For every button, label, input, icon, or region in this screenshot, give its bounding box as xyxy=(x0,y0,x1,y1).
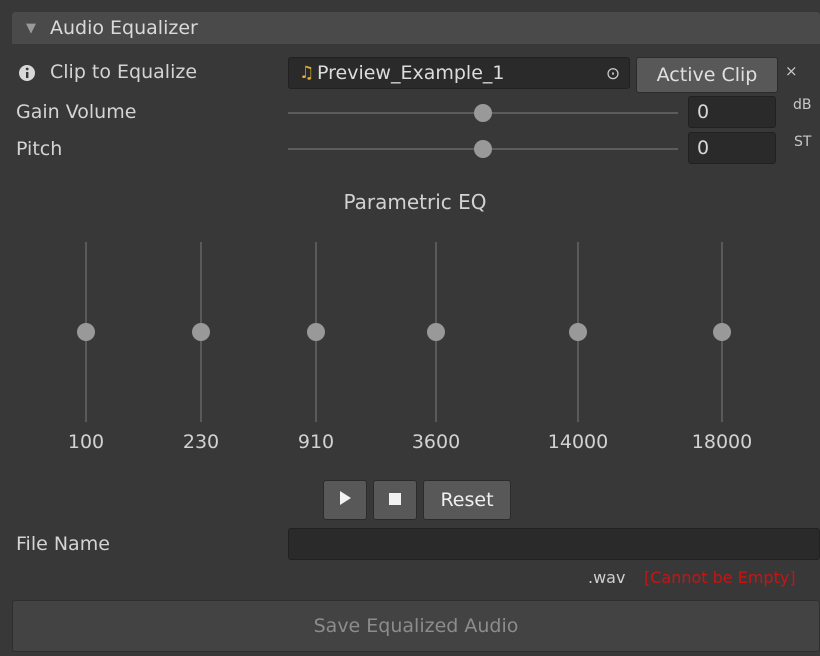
eq-band-label: 100 xyxy=(67,431,105,453)
stop-button[interactable] xyxy=(373,480,417,520)
eq-band-label: 230 xyxy=(182,431,220,453)
gain-slider-thumb[interactable] xyxy=(474,104,492,122)
gain-value-field[interactable]: 0 xyxy=(688,96,776,128)
play-button[interactable] xyxy=(323,480,367,520)
eq-band-label: 3600 xyxy=(411,431,461,453)
eq-band-thumb-18000[interactable] xyxy=(713,323,731,341)
info-icon xyxy=(18,64,36,82)
audio-equalizer-panel: ▼ Audio Equalizer Clip to Equalize ♫ Pre… xyxy=(0,0,820,656)
pitch-unit: ST xyxy=(794,134,812,150)
gain-label: Gain Volume xyxy=(16,101,137,123)
eq-band-thumb-230[interactable] xyxy=(192,323,210,341)
eq-band-label: 18000 xyxy=(691,431,753,453)
file-extension: .wav xyxy=(588,568,626,587)
eq-band-thumb-100[interactable] xyxy=(77,323,95,341)
pitch-slider-thumb[interactable] xyxy=(474,140,492,158)
file-name-error: [Cannot be Empty] xyxy=(644,568,796,587)
file-name-label: File Name xyxy=(16,533,110,555)
active-clip-button[interactable]: Active Clip xyxy=(636,57,778,93)
section-header[interactable]: ▼ Audio Equalizer xyxy=(12,12,820,44)
eq-band-label: 910 xyxy=(297,431,335,453)
eq-band-thumb-910[interactable] xyxy=(307,323,325,341)
reset-button[interactable]: Reset xyxy=(423,480,511,520)
clip-value: Preview_Example_1 xyxy=(317,62,505,84)
close-icon[interactable]: × xyxy=(785,62,799,82)
eq-band-thumb-3600[interactable] xyxy=(427,323,445,341)
gain-unit: dB xyxy=(793,97,812,113)
save-equalized-audio-button[interactable]: Save Equalized Audio xyxy=(12,600,820,652)
eq-band-thumb-14000[interactable] xyxy=(569,323,587,341)
clip-object-field[interactable]: ♫ Preview_Example_1 ⊙ xyxy=(288,57,630,89)
triangle-down-icon[interactable]: ▼ xyxy=(26,21,42,36)
pitch-label: Pitch xyxy=(16,138,63,160)
object-picker-icon[interactable]: ⊙ xyxy=(603,64,623,84)
file-name-input[interactable] xyxy=(288,528,820,560)
eq-band-label: 14000 xyxy=(547,431,609,453)
stop-icon xyxy=(388,489,402,511)
eq-title: Parametric EQ xyxy=(343,190,487,214)
pitch-value-field[interactable]: 0 xyxy=(688,132,776,164)
clip-label: Clip to Equalize xyxy=(50,61,198,83)
play-icon xyxy=(338,489,352,511)
section-title: Audio Equalizer xyxy=(50,17,198,39)
music-note-icon: ♫ xyxy=(299,63,315,83)
